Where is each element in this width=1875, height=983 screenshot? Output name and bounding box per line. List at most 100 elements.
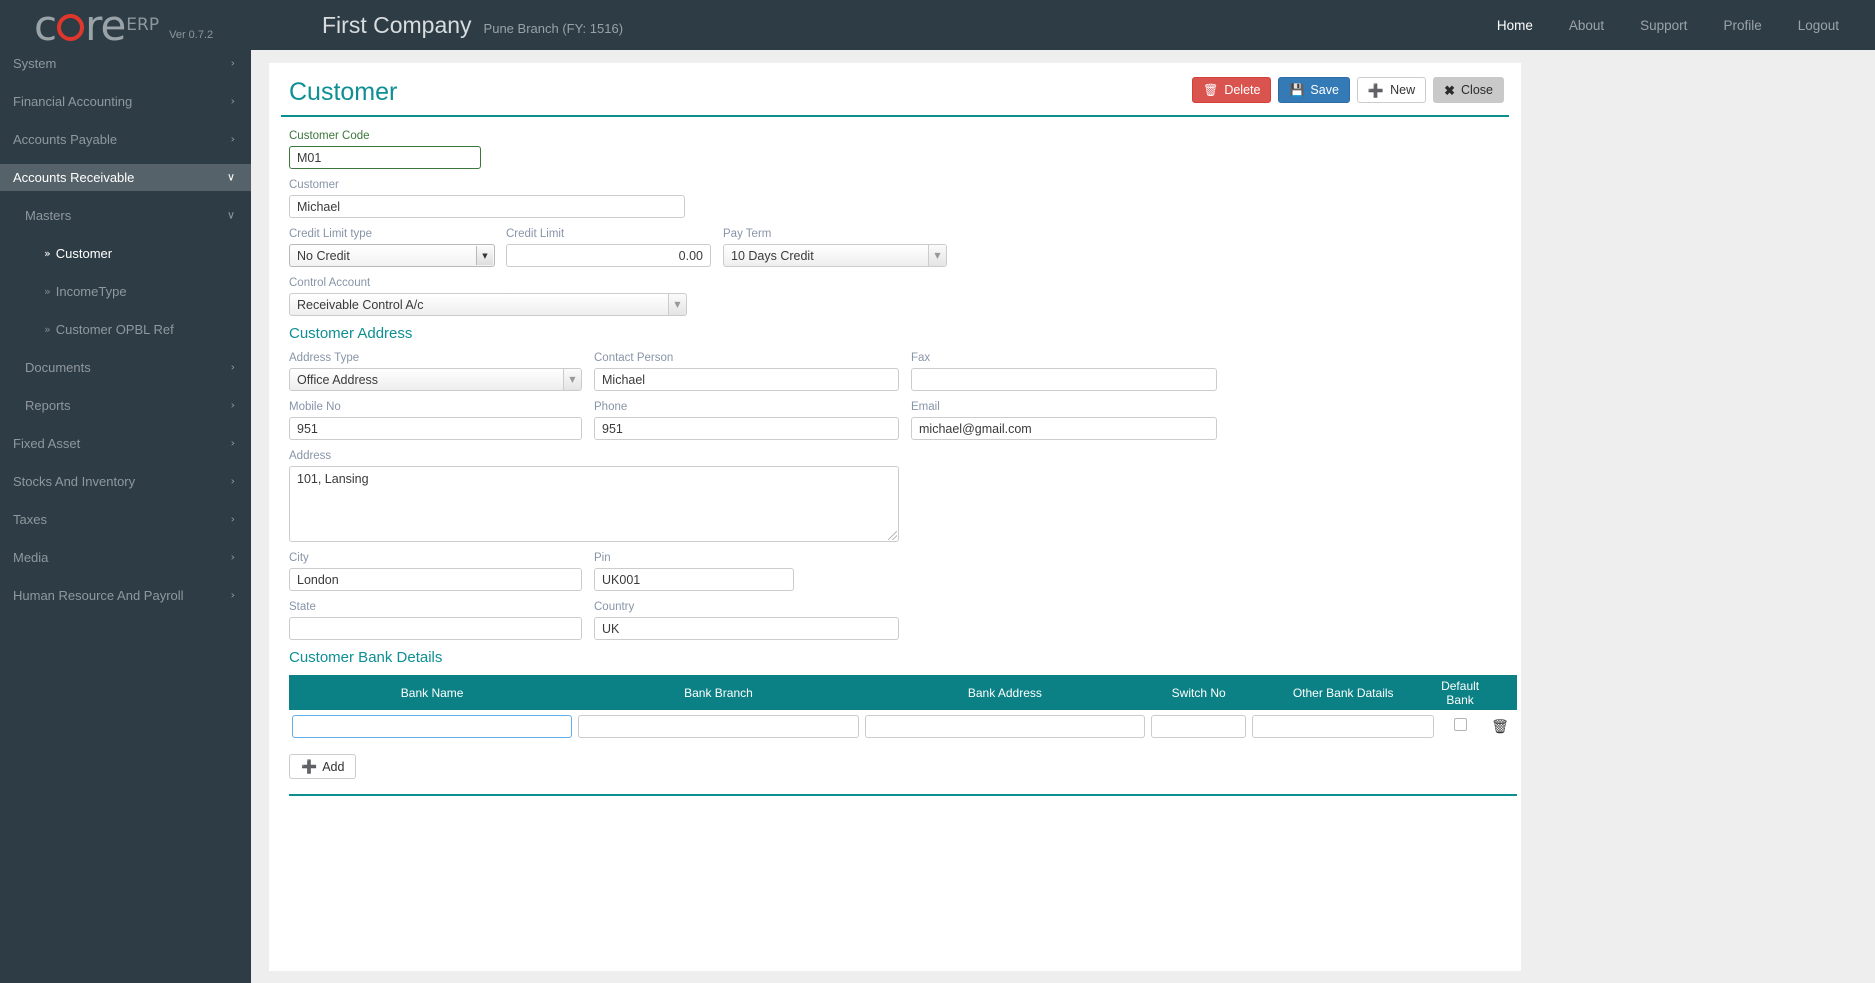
action-button-row: 🗑 Delete 💾 Save ➕ New ✖ Close — [1192, 77, 1509, 103]
address-type-select[interactable]: Office Address ▼ — [289, 368, 582, 391]
state-input[interactable] — [289, 617, 582, 640]
credit-limit-type-select[interactable]: No Credit ▼ — [289, 244, 495, 267]
mobile-no-label: Mobile No — [289, 401, 341, 413]
sidebar-nav: System › Financial Accounting › Accounts Pay… — [0, 50, 251, 983]
sidebar-item-label: Reports — [25, 397, 71, 413]
delete-button-label: Delete — [1224, 83, 1261, 97]
plus-icon: ➕ — [301, 759, 318, 774]
col-bank-name: Bank Name — [289, 675, 576, 710]
cell-delete-row: 🗑 — [1483, 710, 1517, 743]
bank-address-input[interactable] — [864, 715, 1146, 738]
logo-letter-o-icon — [57, 13, 85, 41]
customer-address-heading: Customer Address — [289, 325, 413, 342]
sidebar-item-label: Human Resource And Payroll — [13, 587, 184, 603]
customer-code-input[interactable]: M01 — [289, 146, 481, 169]
chevron-down-icon: ▼ — [476, 246, 493, 265]
default-bank-checkbox[interactable] — [1453, 717, 1467, 731]
address-textarea[interactable]: 101, Lansing — [289, 466, 899, 542]
nav-link-about[interactable]: About — [1551, 18, 1622, 33]
panel-bottom-divider — [289, 794, 1517, 796]
cell-bank-address — [862, 710, 1148, 743]
phone-input[interactable]: 951 — [594, 417, 899, 440]
new-button-label: New — [1390, 83, 1416, 97]
field-customer-code: Customer Code M01 — [289, 129, 1509, 169]
chevron-right-icon: › — [230, 360, 235, 374]
field-country: Country UK — [594, 600, 899, 640]
sidebar-item-fixed-asset[interactable]: Fixed Asset › — [0, 430, 251, 457]
pin-label: Pin — [594, 552, 611, 564]
sidebar-item-stocks-and-inventory[interactable]: Stocks And Inventory › — [0, 468, 251, 495]
nav-link-support[interactable]: Support — [1622, 18, 1705, 33]
sidebar-item-label: Media — [13, 549, 49, 565]
country-label: Country — [594, 601, 635, 613]
contact-person-input[interactable]: Michael — [594, 368, 899, 391]
other-bank-details-input[interactable] — [1252, 715, 1435, 738]
field-address-type: Address Type Office Address ▼ — [289, 351, 582, 391]
fax-label: Fax — [911, 352, 931, 364]
sidebar-item-customer-opbl-ref[interactable]: » Customer OPBL Ref — [0, 316, 251, 343]
customer-name-input[interactable]: Michael — [289, 195, 685, 218]
bank-name-input[interactable] — [292, 715, 573, 738]
close-button[interactable]: ✖ Close — [1433, 77, 1504, 103]
save-button[interactable]: 💾 Save — [1278, 77, 1350, 103]
nav-link-logout[interactable]: Logout — [1780, 18, 1857, 33]
switch-no-input[interactable] — [1151, 715, 1247, 738]
chevron-down-icon: ▼ — [563, 369, 581, 390]
chevron-right-icon: › — [230, 436, 235, 450]
chevron-down-icon: ∨ — [226, 170, 235, 184]
field-city: City London — [289, 551, 582, 591]
sidebar-item-accounts-payable[interactable]: Accounts Payable › — [0, 126, 251, 153]
trash-icon: 🗑 — [1203, 83, 1219, 97]
new-button[interactable]: ➕ New — [1356, 77, 1427, 103]
address-row-4: State Country UK — [289, 600, 1509, 640]
address-row-1: Address Type Office Address ▼ Contact Pe… — [289, 351, 1509, 391]
pin-input[interactable]: UK001 — [594, 568, 794, 591]
sidebar-item-documents[interactable]: Documents › — [0, 354, 251, 381]
main-content: Customer 🗑 Delete 💾 Save ➕ New ✖ Close C… — [251, 50, 1875, 983]
col-other-bank-details: Other Bank Datails — [1249, 675, 1438, 710]
field-pin: Pin UK001 — [594, 551, 794, 591]
logo-erp-suffix: ERP — [126, 14, 160, 35]
sidebar-item-customer[interactable]: » Customer — [0, 240, 251, 267]
sidebar-item-label: Customer OPBL Ref — [55, 321, 174, 337]
credit-limit-type-label: Credit Limit type — [289, 228, 373, 240]
control-account-select[interactable]: Receivable Control A/c ▼ — [289, 293, 687, 316]
sidebar-item-reports[interactable]: Reports › — [0, 392, 251, 419]
sidebar-item-incometype[interactable]: » IncomeType — [0, 278, 251, 305]
bank-branch-input[interactable] — [578, 715, 859, 738]
email-input[interactable]: michael@gmail.com — [911, 417, 1217, 440]
address-type-value: Office Address — [297, 372, 379, 387]
country-input[interactable]: UK — [594, 617, 899, 640]
sidebar-item-taxes[interactable]: Taxes › — [0, 506, 251, 533]
sidebar-item-human-resource-and-payroll[interactable]: Human Resource And Payroll › — [0, 582, 251, 609]
delete-row-icon[interactable]: 🗑 — [1491, 719, 1509, 735]
cell-default-bank — [1437, 710, 1483, 743]
control-account-value: Receivable Control A/c — [297, 297, 424, 312]
nav-link-home[interactable]: Home — [1479, 18, 1551, 33]
panel-header: Customer 🗑 Delete 💾 Save ➕ New ✖ Close — [281, 77, 1509, 117]
sidebar-item-label: Stocks And Inventory — [13, 473, 136, 489]
mobile-no-input[interactable]: 951 — [289, 417, 582, 440]
sidebar-item-media[interactable]: Media › — [0, 544, 251, 571]
delete-button[interactable]: 🗑 Delete — [1192, 77, 1272, 103]
nav-link-profile[interactable]: Profile — [1705, 18, 1779, 33]
resize-handle[interactable] — [888, 531, 897, 540]
city-input[interactable]: London — [289, 568, 582, 591]
sidebar-item-financial-accounting[interactable]: Financial Accounting › — [0, 88, 251, 115]
credit-limit-input[interactable]: 0.00 — [506, 244, 711, 267]
add-bank-row-button[interactable]: ➕ Add — [289, 754, 357, 779]
cell-switch-no — [1148, 710, 1249, 743]
sidebar-item-accounts-receivable[interactable]: Accounts Receivable ∨ — [0, 164, 251, 191]
fax-input[interactable] — [911, 368, 1217, 391]
pay-term-select[interactable]: 10 Days Credit ▼ — [723, 244, 947, 267]
city-label: City — [289, 552, 309, 564]
brand-logo[interactable]: c re ERP Ver 0.7.2 — [0, 4, 300, 46]
sidebar-item-masters[interactable]: Masters ∨ — [0, 202, 251, 229]
address-type-label: Address Type — [289, 352, 360, 364]
sidebar-item-system[interactable]: System › — [0, 50, 251, 77]
email-label: Email — [911, 401, 940, 413]
